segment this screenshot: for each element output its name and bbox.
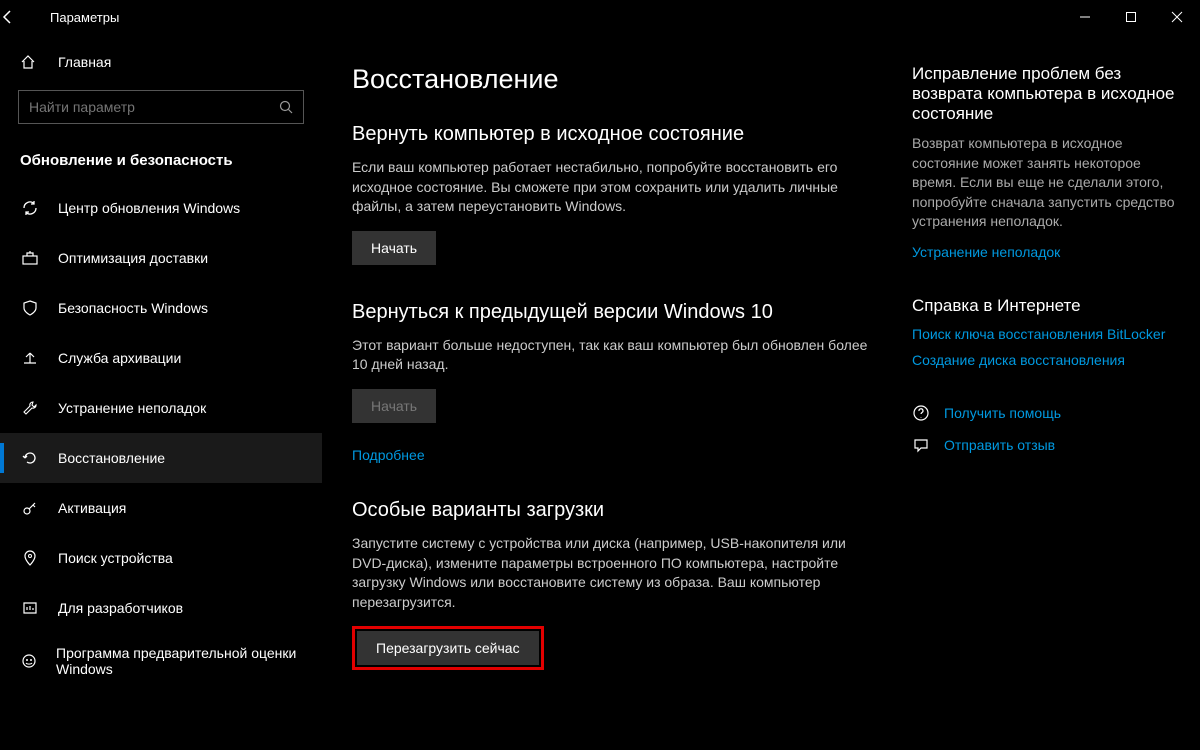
sidebar-item-find-device[interactable]: Поиск устройства <box>0 533 322 583</box>
web-help-section: Справка в Интернете Поиск ключа восстано… <box>912 296 1180 368</box>
troubleshoot-link[interactable]: Устранение неполадок <box>912 244 1180 260</box>
home-link[interactable]: Главная <box>0 44 322 80</box>
sidebar-item-insider[interactable]: Программа предварительной оценки Windows <box>0 633 322 689</box>
goback-heading: Вернуться к предыдущей версии Windows 10 <box>352 301 882 324</box>
fix-text: Возврат компьютера в исходное состояние … <box>912 134 1180 232</box>
back-button[interactable] <box>0 9 46 25</box>
minimize-button[interactable] <box>1062 0 1108 34</box>
sidebar-item-windows-security[interactable]: Безопасность Windows <box>0 283 322 333</box>
sidebar-item-label: Программа предварительной оценки Windows <box>56 645 302 677</box>
support-section: Получить помощь Отправить отзыв <box>912 404 1180 454</box>
reset-heading: Вернуть компьютер в исходное состояние <box>352 123 882 146</box>
sidebar-item-label: Активация <box>58 500 126 516</box>
category-header: Обновление и безопасность <box>0 142 322 183</box>
highlight-annotation: Перезагрузить сейчас <box>352 626 544 670</box>
sidebar-item-label: Устранение неполадок <box>58 400 206 416</box>
feedback-link[interactable]: Отправить отзыв <box>912 436 1180 454</box>
fix-problems-section: Исправление проблем без возврата компьют… <box>912 64 1180 260</box>
page-title: Восстановление <box>352 64 882 95</box>
home-label: Главная <box>58 54 111 70</box>
goback-more-link[interactable]: Подробнее <box>352 447 425 463</box>
close-button[interactable] <box>1154 0 1200 34</box>
search-box[interactable] <box>18 90 304 124</box>
bitlocker-link[interactable]: Поиск ключа восстановления BitLocker <box>912 326 1180 342</box>
sidebar-item-developers[interactable]: Для разработчиков <box>0 583 322 633</box>
search-input[interactable] <box>29 99 279 115</box>
goback-start-button: Начать <box>352 389 436 423</box>
location-icon <box>20 549 40 567</box>
titlebar: Параметры <box>0 0 1200 34</box>
delivery-icon <box>20 249 40 267</box>
shield-icon <box>20 299 40 317</box>
search-icon <box>279 100 293 114</box>
sidebar-item-label: Оптимизация доставки <box>58 250 208 266</box>
sync-icon <box>20 199 40 217</box>
sidebar-item-label: Восстановление <box>58 450 165 466</box>
sidebar-item-label: Поиск устройства <box>58 550 173 566</box>
web-help-heading: Справка в Интернете <box>912 296 1180 316</box>
fix-heading: Исправление проблем без возврата компьют… <box>912 64 1180 124</box>
get-help-label: Получить помощь <box>944 405 1061 421</box>
advanced-startup-section: Особые варианты загрузки Запустите систе… <box>352 499 882 670</box>
help-icon <box>912 404 932 422</box>
advanced-heading: Особые варианты загрузки <box>352 499 882 522</box>
sidebar-item-label: Безопасность Windows <box>58 300 208 316</box>
recovery-icon <box>20 449 40 467</box>
backup-icon <box>20 349 40 367</box>
home-icon <box>20 54 40 70</box>
sidebar-item-recovery[interactable]: Восстановление <box>0 433 322 483</box>
sidebar-item-label: Центр обновления Windows <box>58 200 240 216</box>
restart-now-button[interactable]: Перезагрузить сейчас <box>357 631 539 665</box>
goback-text: Этот вариант больше недоступен, так как … <box>352 336 882 375</box>
sidebar: Главная Обновление и безопасность Центр … <box>0 34 322 750</box>
maximize-button[interactable] <box>1108 0 1154 34</box>
get-help-link[interactable]: Получить помощь <box>912 404 1180 422</box>
reset-start-button[interactable]: Начать <box>352 231 436 265</box>
sidebar-item-troubleshoot[interactable]: Устранение неполадок <box>0 383 322 433</box>
feedback-label: Отправить отзыв <box>944 437 1055 453</box>
feedback-icon <box>912 436 932 454</box>
sidebar-item-label: Для разработчиков <box>58 600 183 616</box>
recovery-drive-link[interactable]: Создание диска восстановления <box>912 352 1180 368</box>
insider-icon <box>20 652 38 670</box>
sidebar-item-delivery-optimization[interactable]: Оптимизация доставки <box>0 233 322 283</box>
window-title: Параметры <box>46 10 1062 25</box>
sidebar-item-activation[interactable]: Активация <box>0 483 322 533</box>
reset-text: Если ваш компьютер работает нестабильно,… <box>352 158 882 217</box>
key-icon <box>20 499 40 517</box>
reset-pc-section: Вернуть компьютер в исходное состояние Е… <box>352 123 882 265</box>
developer-icon <box>20 599 40 617</box>
advanced-text: Запустите систему с устройства или диска… <box>352 534 882 612</box>
goback-section: Вернуться к предыдущей версии Windows 10… <box>352 301 882 463</box>
sidebar-item-backup[interactable]: Служба архивации <box>0 333 322 383</box>
sidebar-item-label: Служба архивации <box>58 350 181 366</box>
sidebar-item-windows-update[interactable]: Центр обновления Windows <box>0 183 322 233</box>
wrench-icon <box>20 399 40 417</box>
